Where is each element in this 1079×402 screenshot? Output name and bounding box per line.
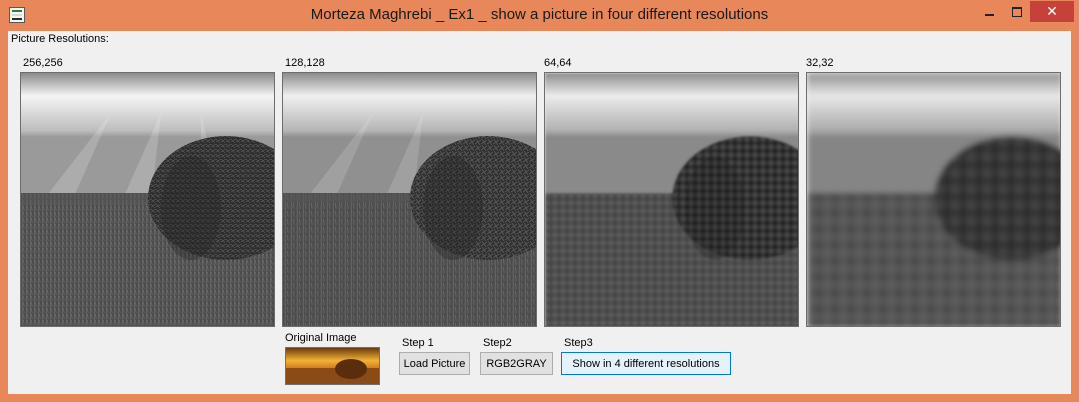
- original-image-thumbnail: [285, 347, 380, 385]
- title-bar[interactable]: Morteza Maghrebi _ Ex1 _ show a picture …: [0, 0, 1079, 31]
- maximize-button[interactable]: [1003, 1, 1030, 22]
- maximize-icon: [1011, 6, 1022, 17]
- window-title: Morteza Maghrebi _ Ex1 _ show a picture …: [310, 6, 769, 23]
- close-icon: ✕: [1046, 3, 1058, 19]
- picture-128: [282, 72, 537, 327]
- resolution-label-128: 128,128: [285, 57, 325, 69]
- resolution-label-64: 64,64: [544, 57, 572, 69]
- picture-64: [544, 72, 799, 327]
- step2-label: Step2: [483, 337, 512, 349]
- show-resolutions-button[interactable]: Show in 4 different resolutions: [561, 352, 731, 375]
- minimize-icon: [984, 13, 994, 16]
- step3-label: Step3: [564, 337, 593, 349]
- rgb2gray-button[interactable]: RGB2GRAY: [480, 352, 553, 375]
- picture-resolutions-label: Picture Resolutions:: [11, 33, 109, 45]
- form-client-area: Picture Resolutions: 256,256 128,128 64,…: [8, 31, 1071, 394]
- load-picture-button[interactable]: Load Picture: [399, 352, 470, 375]
- original-image-label: Original Image: [285, 332, 357, 344]
- picture-256: [20, 72, 275, 327]
- resolution-label-256: 256,256: [23, 57, 63, 69]
- close-button[interactable]: ✕: [1030, 1, 1074, 22]
- step1-label: Step 1: [402, 337, 434, 349]
- resolution-label-32: 32,32: [806, 57, 834, 69]
- picture-32: [806, 72, 1061, 327]
- app-window: Morteza Maghrebi _ Ex1 _ show a picture …: [0, 0, 1079, 402]
- minimize-button[interactable]: [975, 1, 1003, 22]
